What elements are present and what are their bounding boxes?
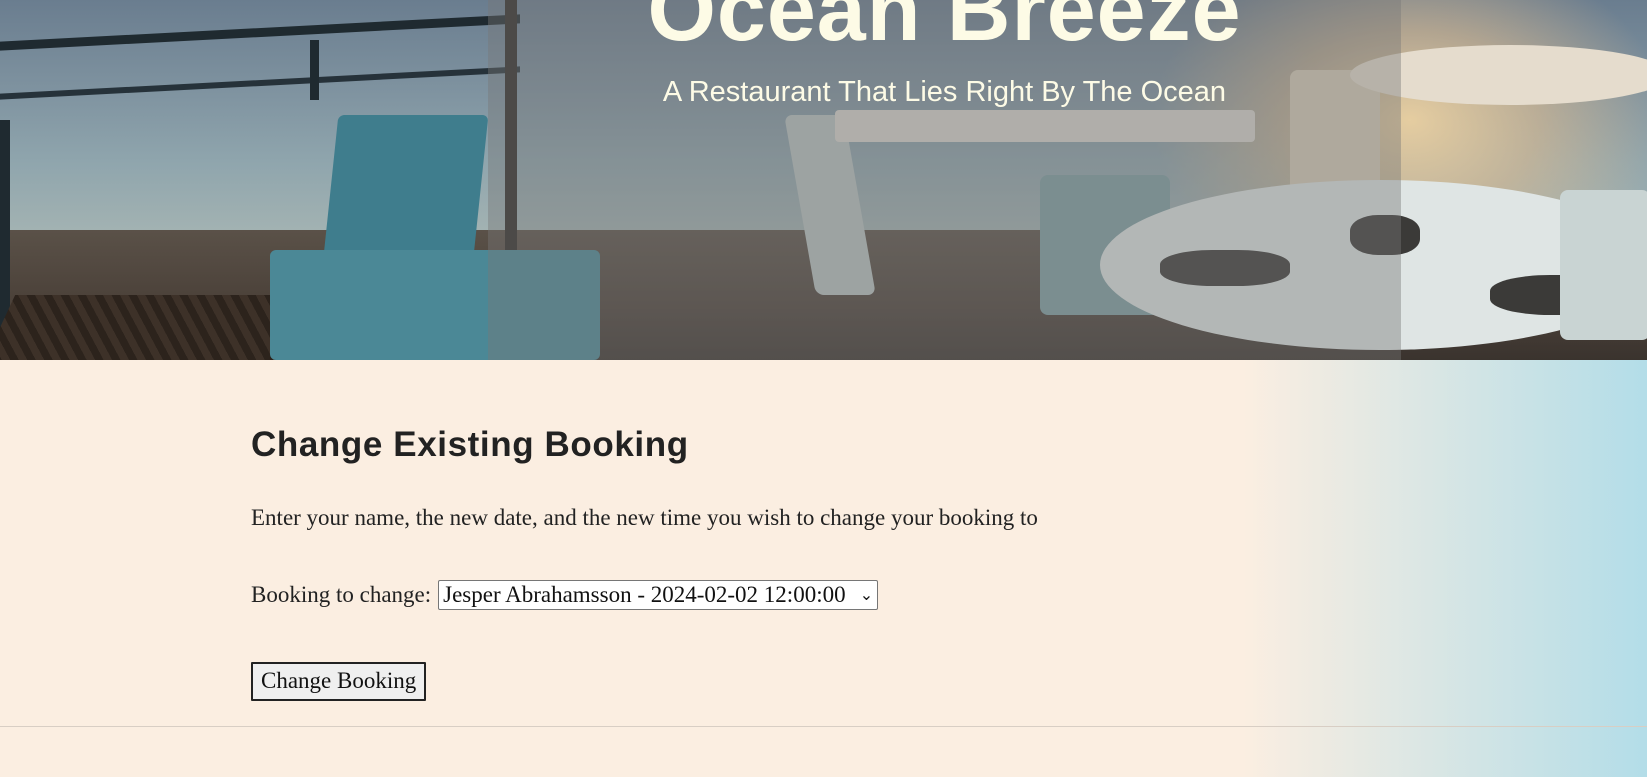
intro-text: Enter your name, the new date, and the n… (251, 505, 1038, 530)
booking-select[interactable]: Jesper Abrahamsson - 2024-02-02 12:00:00… (438, 580, 879, 610)
hero-banner: Ocean Breeze A Restaurant That Lies Righ… (0, 0, 1647, 360)
page-title: Change Existing Booking (251, 425, 689, 464)
brand-tagline: A Restaurant That Lies Right By The Ocea… (662, 76, 1227, 108)
brand-title: Ocean Breeze (647, 0, 1242, 59)
divider (0, 726, 1647, 727)
booking-select-value: Jesper Abrahamsson - 2024-02-02 12:00:00 (443, 582, 846, 607)
booking-select-label: Booking to change: (251, 582, 432, 607)
booking-select-row: Booking to change: Jesper Abrahamsson - … (251, 580, 879, 610)
change-booking-button[interactable]: Change Booking (251, 662, 427, 701)
chevron-down-icon: ⌄ (859, 585, 874, 604)
